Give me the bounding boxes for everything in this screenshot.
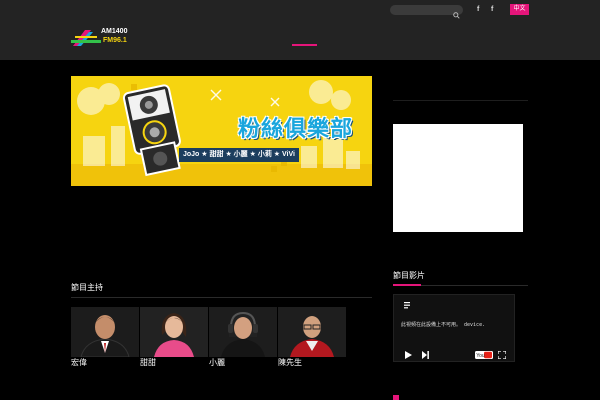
host-name[interactable]: 陳先生 [278,357,302,369]
next-icon[interactable] [422,351,429,362]
host-photo[interactable] [71,307,139,357]
section-marker [393,395,399,400]
section-accent-bar [393,284,421,286]
host-name[interactable]: 宏偉 [71,357,87,369]
advertisement-box[interactable] [393,124,523,232]
host-name[interactable]: 甜甜 [140,357,156,369]
playlist-icon[interactable] [404,302,412,312]
facebook-icon[interactable]: f [477,5,479,15]
host-name[interactable]: 小麗 [209,357,225,369]
video-player[interactable]: 此視頻在此設備上不可用。 device. You [393,294,515,362]
banner-subtitle: JoJo ★ 甜甜 ★ 小麗 ★ 小莉 ★ ViVi [179,148,299,162]
svg-text:You: You [476,353,485,359]
station-logo[interactable]: AM1400 FM96.1 [71,26,137,48]
host-portrait [278,307,346,357]
logo-text-bottom: FM96.1 [103,37,127,44]
hosts-section-title: 節目主持 [71,283,103,292]
host-portrait [71,307,139,357]
video-unavailable-message: 此視頻在此設備上不可用。 device. [401,322,486,328]
search-box [390,5,463,19]
fan-club-banner[interactable]: 粉絲俱樂部 JoJo ★ 甜甜 ★ 小麗 ★ 小莉 ★ ViVi [71,76,372,186]
fullscreen-icon[interactable] [497,350,507,362]
host-photo[interactable] [278,307,346,357]
search-icon[interactable] [453,6,460,24]
video-section-title: 節目影片 [393,271,425,280]
host-portrait [140,307,208,357]
banner-title: 粉絲俱樂部 [238,117,354,142]
host-portrait [209,307,277,357]
search-input[interactable] [390,5,450,15]
nav-active-indicator [292,44,317,46]
sidebar-divider [393,100,528,101]
youtube-logo-icon[interactable]: You [475,351,493,362]
site-header: AM1400 FM96.1 f f 中文 [0,0,600,60]
host-photo[interactable] [209,307,277,357]
facebook-icon[interactable]: f [491,5,493,15]
play-icon[interactable] [405,351,412,362]
language-button[interactable]: 中文 [510,4,529,15]
host-photo[interactable] [140,307,208,357]
logo-text-top: AM1400 [101,28,128,35]
section-divider [71,297,372,298]
